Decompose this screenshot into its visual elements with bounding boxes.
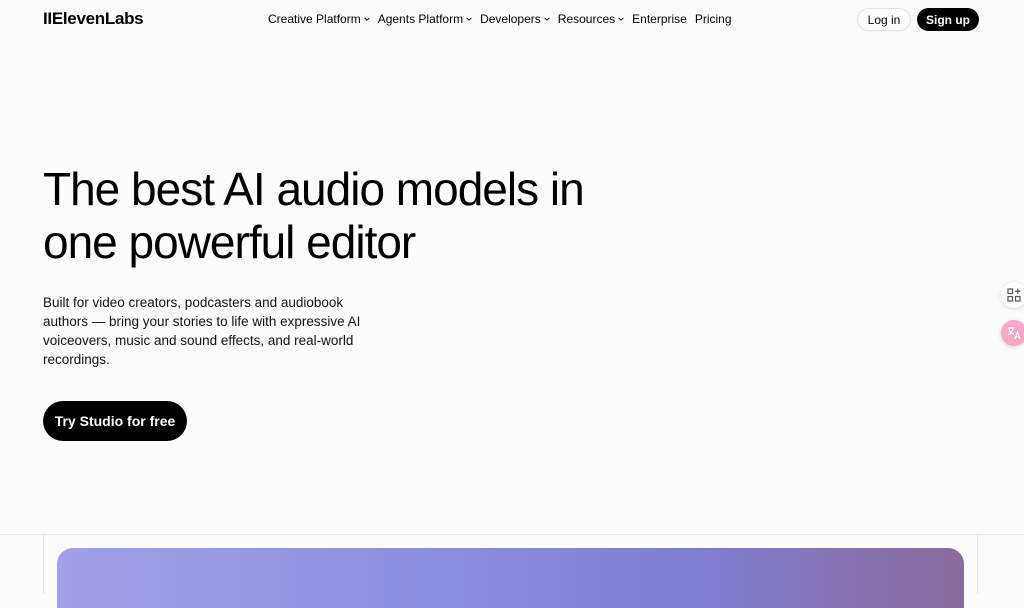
nav-item-label: Pricing bbox=[694, 12, 732, 26]
section-divider bbox=[0, 534, 1024, 535]
hero-title: The best AI audio models in one powerful… bbox=[43, 163, 693, 269]
studio-preview-panel bbox=[57, 548, 964, 608]
nav-creative-platform[interactable]: Creative Platform bbox=[268, 12, 370, 26]
nav-item-label: Agents Platform bbox=[377, 12, 464, 26]
hero-title-line-2: one powerful editor bbox=[43, 216, 416, 268]
section-border-right bbox=[977, 535, 978, 594]
nav-item-label: Developers bbox=[480, 12, 541, 26]
nav-item-label: Enterprise bbox=[632, 12, 687, 26]
chevron-down-icon bbox=[363, 17, 370, 21]
nav-item-label: Resources bbox=[557, 12, 616, 26]
try-studio-button[interactable]: Try Studio for free bbox=[43, 401, 187, 441]
apps-add-icon bbox=[1007, 288, 1021, 302]
chevron-down-icon bbox=[466, 17, 472, 21]
main-menu: Creative Platform Agents Platform Develo… bbox=[268, 12, 740, 26]
section-border-left bbox=[43, 535, 44, 594]
nav-resources[interactable]: Resources bbox=[558, 12, 624, 26]
login-button[interactable]: Log in bbox=[857, 8, 911, 31]
nav-agents-platform[interactable]: Agents Platform bbox=[378, 12, 472, 26]
side-apps-button[interactable] bbox=[1001, 282, 1024, 308]
nav-pricing[interactable]: Pricing bbox=[695, 12, 732, 26]
hero-subtitle: Built for video creators, podcasters and… bbox=[43, 295, 361, 367]
nav-item-label: Creative Platform bbox=[268, 12, 361, 26]
top-navbar: IIElevenLabs Creative Platform Agents Pl… bbox=[0, 0, 1024, 40]
nav-developers[interactable]: Developers bbox=[480, 12, 550, 26]
translate-icon bbox=[1007, 327, 1021, 340]
chevron-down-icon bbox=[544, 17, 550, 21]
brand-logo[interactable]: IIElevenLabs bbox=[43, 9, 144, 29]
chevron-down-icon bbox=[618, 17, 624, 21]
signup-button[interactable]: Sign up bbox=[917, 8, 979, 31]
side-translate-button[interactable] bbox=[1001, 320, 1024, 346]
nav-enterprise[interactable]: Enterprise bbox=[632, 12, 687, 26]
hero-title-line-1: The best AI audio models in bbox=[43, 163, 585, 215]
